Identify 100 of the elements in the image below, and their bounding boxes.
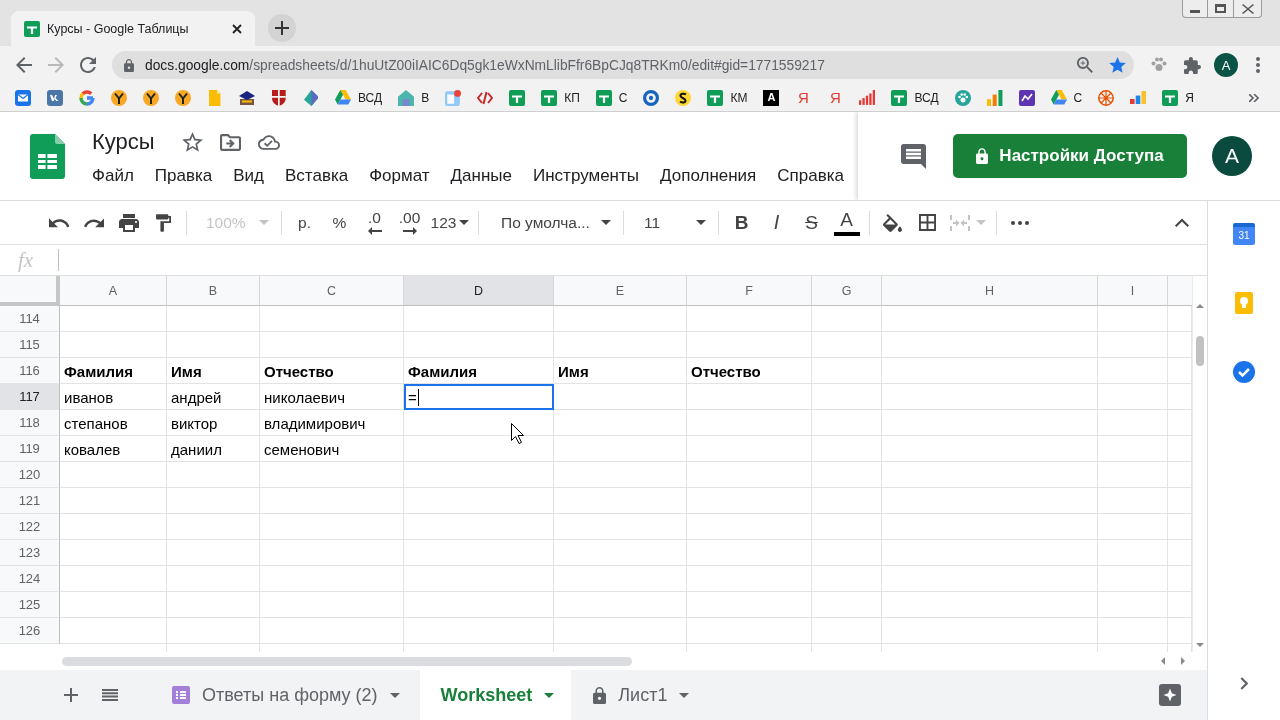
row-header[interactable]: 123 [0,540,60,566]
row-header[interactable]: 117 [0,384,60,410]
row-header[interactable]: 122 [0,514,60,540]
minimize-button[interactable] [1182,0,1208,18]
zoom-icon[interactable] [1077,57,1093,73]
scroll-left-icon[interactable] [1161,657,1165,665]
row-header[interactable]: 114 [0,306,60,332]
fx-label: fx [18,247,35,273]
letter-tile-icon: A [763,89,780,106]
calendar-icon[interactable]: 31 [1233,223,1255,245]
bookmark[interactable]: A [755,85,788,110]
table-cell-text: семенович [263,440,341,460]
plus-icon [275,21,289,35]
close-icon [1241,3,1254,14]
ring-icon [643,89,660,106]
menu-item[interactable]: Справка [773,164,849,188]
bookmark[interactable]: С [587,85,636,110]
account-avatar[interactable]: A [1212,136,1252,176]
caret-icon [389,692,400,698]
font-size-dropdown[interactable]: 11 [631,207,711,238]
menu-item[interactable]: Формат [365,164,434,188]
menu-item[interactable]: Вид [229,164,268,188]
menu-item[interactable]: Файл [88,164,138,188]
font-dropdown[interactable]: По умолча... [486,207,616,238]
chevron-right-icon[interactable] [1240,677,1248,690]
row-header[interactable]: 118 [0,410,60,436]
bold-button[interactable]: B [726,207,757,238]
menu-item[interactable]: Вставка [281,164,353,188]
strikethrough-button[interactable]: S [796,207,827,238]
table-cell-text: Имя [557,362,590,382]
sheet-tab[interactable]: Лист1 [581,670,700,720]
profile-avatar[interactable]: A [1214,53,1238,77]
percent-button[interactable]: % [324,207,355,238]
document-title[interactable]: Курсы [92,129,155,155]
table-cell-text: ковалев [63,440,122,460]
number-format-dropdown[interactable]: 123 [429,207,471,238]
minimize-icon [1190,10,1200,13]
browser-tab[interactable]: Курсы - Google Таблицы [11,11,255,46]
bookmark[interactable]: В [390,85,438,110]
sheet-tab[interactable]: Ответы на форму (2) [160,670,410,720]
table-cell-text: иванов [63,388,115,408]
bookmark[interactable]: КМ [699,85,756,110]
star-icon[interactable] [1109,57,1126,73]
note-icon [209,89,221,106]
bookmark[interactable]: КП [533,85,588,110]
scrollbar-thumb[interactable] [62,656,632,666]
folder-arrow-icon[interactable] [219,133,241,151]
scroll-right-icon[interactable] [1181,657,1185,665]
bookmark[interactable]: ВСД [327,85,391,110]
row-header[interactable]: 116 [0,358,60,384]
bookmark[interactable]: Я [1154,85,1202,110]
spreadsheet-icon [595,89,612,106]
bookmark[interactable]: ВСД [883,85,947,110]
column-header[interactable]: D [404,276,554,306]
close-button[interactable] [1234,0,1262,18]
text-cursor-icon [417,389,419,406]
restore-button[interactable] [1208,0,1234,18]
scroll-up-icon[interactable] [1196,304,1204,308]
back-icon[interactable] [16,57,32,73]
increase-decimals-button[interactable]: .00 [394,207,425,238]
new-tab-button[interactable] [268,14,296,42]
currency-button[interactable]: р. [289,207,320,238]
arrow-left-icon [367,227,382,236]
tile-icon [47,89,63,106]
address-bar[interactable]: docs.google.com/spreadsheets/d/1huUtZ00iIAIC6Dq5gk1eWxNmLlibFfr6BpCJq8TRKm0/edit#gid=1771559217 [112,51,1134,79]
reload-icon[interactable] [80,57,96,73]
puzzle-icon[interactable] [1184,56,1201,74]
double-chevron-icon[interactable] [1249,93,1259,102]
all-sheets-button[interactable] [102,689,118,701]
form-icon [172,686,190,704]
cloud-check-icon[interactable] [257,134,280,150]
menu-item[interactable]: Правка [150,164,217,188]
row-header[interactable]: 124 [0,566,60,592]
italic-button[interactable]: I [761,207,792,238]
menu-item[interactable]: Дополнения [656,164,761,188]
bookmark[interactable]: Я [819,85,852,110]
paw-icon [954,89,971,106]
share-button[interactable]: Настройки Доступа [953,134,1187,178]
row-header[interactable]: 120 [0,462,60,488]
sheet-tab[interactable]: Worksheet [419,670,572,720]
decrease-decimals-button[interactable]: .0 [359,207,390,238]
star-icon[interactable] [181,132,203,152]
row-header[interactable]: 115 [0,332,60,358]
scroll-down-icon[interactable] [1196,643,1204,647]
row-header[interactable]: 126 [0,618,60,644]
cell-input[interactable]: = [404,384,554,410]
bookmark[interactable]: С [1042,85,1091,110]
more-icon[interactable] [1256,57,1260,73]
row-header[interactable]: 125 [0,592,60,618]
row-header[interactable]: 119 [0,436,60,462]
row-header[interactable]: 121 [0,488,60,514]
coin-icon [675,89,692,106]
bookmark[interactable]: Я [787,85,820,110]
comment-icon[interactable] [901,143,926,169]
add-sheet-button[interactable] [64,688,78,702]
close-icon[interactable] [232,23,242,34]
menu-item[interactable]: Инструменты [529,164,643,188]
text-color-button[interactable]: A [831,207,862,238]
menu-item[interactable]: Данные [446,164,516,188]
scrollbar-thumb[interactable] [1196,336,1204,366]
